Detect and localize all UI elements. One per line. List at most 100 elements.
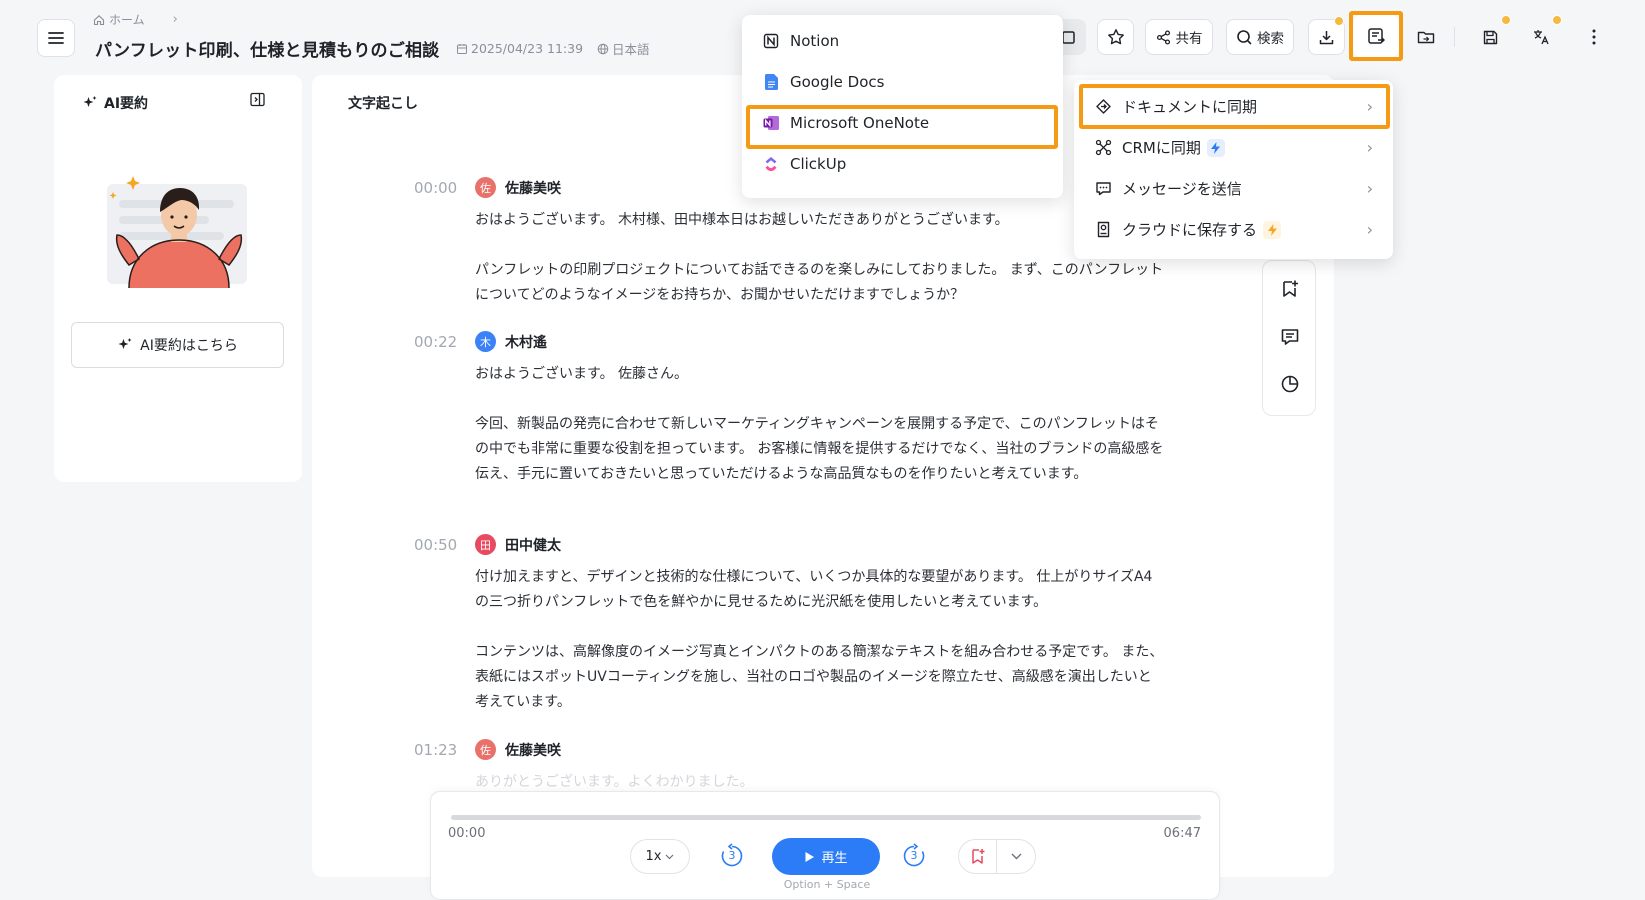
menu-item-notion[interactable]: Notion (742, 20, 1063, 61)
menu-item-save-cloud[interactable]: クラウドに保存する › (1074, 209, 1393, 250)
recording-meta: 2025/04/23 11:39 日本語 (456, 39, 650, 58)
total-duration: 06:47 (1163, 826, 1201, 841)
save-icon (1482, 29, 1499, 46)
hamburger-icon (48, 31, 64, 45)
menu-item-send-message[interactable]: メッセージを送信 › (1074, 168, 1393, 209)
segment-speaker: 佐 佐藤美咲 (475, 739, 561, 760)
segment-text[interactable]: おはようございます。 佐藤さん。 (475, 362, 1165, 387)
message-icon (1094, 180, 1112, 197)
add-bookmark-button[interactable] (1277, 276, 1303, 302)
rewind-icon: 3 (719, 843, 745, 869)
save-badge-dot (1501, 15, 1511, 25)
more-vertical-icon (1592, 29, 1596, 45)
comments-button[interactable] (1277, 324, 1303, 350)
segment-timestamp[interactable]: 00:50 (414, 536, 474, 554)
breadcrumb: ホーム › (93, 11, 178, 28)
more-options-button[interactable] (1576, 19, 1612, 55)
rewind-button[interactable]: 3 (717, 841, 747, 871)
google-docs-icon (762, 73, 780, 90)
segment-timestamp[interactable]: 00:22 (414, 333, 474, 351)
sparkle-icon (82, 95, 98, 111)
sync-document-highlight (1079, 84, 1390, 129)
clickup-icon (762, 156, 780, 172)
translate-icon (1532, 28, 1550, 46)
menu-item-sync-crm[interactable]: CRMに同期 › (1074, 127, 1393, 168)
segment-timestamp[interactable]: 00:00 (414, 179, 474, 197)
premium-bolt-icon (1206, 138, 1225, 157)
onenote-highlight (746, 105, 1058, 149)
ai-summary-illustration (89, 170, 267, 300)
analytics-button[interactable] (1277, 371, 1303, 397)
add-marker-button[interactable] (959, 840, 998, 873)
segment-timestamp[interactable]: 01:23 (414, 741, 474, 759)
speaker-name[interactable]: 佐藤美咲 (505, 178, 561, 198)
segment-speaker: 木 木村遙 (475, 331, 547, 352)
breadcrumb-home-link[interactable]: ホーム (109, 11, 145, 28)
audio-player: 00:00 06:47 1x 3 再生 Option + Space 3 (430, 791, 1220, 900)
forward-icon: 3 (901, 843, 927, 869)
bookmark-add-icon (1280, 279, 1300, 299)
segment-text[interactable]: 今回、新製品の発売に合わせて新しいマーケティングキャンペーンを展開する予定で、こ… (475, 412, 1165, 487)
play-shortcut-hint: Option + Space (783, 878, 871, 891)
sidebar-collapse-icon (249, 91, 266, 108)
save-button[interactable] (1472, 19, 1508, 55)
segment-text[interactable]: コンテンツは、高解像度のイメージ写真とインパクトのある簡潔なテキストを組み合わせ… (475, 640, 1165, 715)
menu-item-label: Notion (790, 31, 840, 50)
segment-text[interactable]: おはようございます。 木村様、田中様本日はお越しいただきありがとうございます。 (475, 208, 1165, 233)
folder-icon (1417, 29, 1435, 45)
sparkle-icon (117, 337, 133, 353)
move-folder-button[interactable] (1408, 19, 1444, 55)
rewind-seconds: 3 (728, 849, 736, 862)
translate-badge-dot (1552, 15, 1562, 25)
speaker-name[interactable]: 佐藤美咲 (505, 740, 561, 760)
avatar: 田 (475, 534, 496, 555)
menu-item-clickup[interactable]: ClickUp (742, 143, 1063, 184)
translate-button[interactable] (1523, 19, 1559, 55)
share-icon (1156, 29, 1171, 45)
speed-value: 1x (645, 849, 662, 864)
play-button[interactable]: 再生 (772, 838, 880, 875)
transcript-title: 文字起こし (348, 96, 418, 112)
page-title: パンフレット印刷、仕様と見積もりのご相談 (95, 41, 440, 61)
menu-item-label: Google Docs (790, 72, 885, 91)
search-button[interactable]: 検索 (1226, 19, 1294, 55)
menu-item-google-docs[interactable]: Google Docs (742, 61, 1063, 102)
chevron-down-icon (1011, 853, 1022, 860)
comment-icon (1280, 327, 1300, 347)
segment-text[interactable]: 付け加えますと、デザインと技術的な仕様について、いくつか具体的な要望があります。… (475, 565, 1165, 615)
share-button[interactable]: 共有 (1145, 19, 1213, 55)
avatar: 佐 (475, 739, 496, 760)
speaker-name[interactable]: 木村遙 (505, 332, 547, 352)
favorite-button[interactable] (1097, 19, 1134, 55)
chevron-right-icon: › (1366, 179, 1373, 198)
chevron-right-icon: › (1366, 138, 1373, 157)
crm-icon (1094, 139, 1112, 156)
segment-text[interactable]: パンフレットの印刷プロジェクトについてお話できるのを楽しみにしておりました。 ま… (475, 258, 1165, 308)
play-icon (804, 851, 815, 863)
home-icon (93, 14, 105, 26)
menu-item-label: CRMに同期 (1122, 139, 1201, 157)
progress-bar[interactable] (451, 815, 1201, 820)
ai-summary-panel: AI要約 AI要約はこちら (54, 75, 302, 482)
ai-summary-button[interactable]: AI要約はこちら (71, 322, 284, 368)
calendar-icon (456, 43, 468, 55)
forward-seconds: 3 (910, 849, 918, 862)
avatar: 佐 (475, 177, 496, 198)
sidebar-menu-button[interactable] (37, 19, 75, 57)
avatar: 木 (475, 331, 496, 352)
download-icon (1318, 29, 1335, 46)
cloud-save-icon (1094, 221, 1112, 238)
side-tools (1262, 260, 1316, 416)
speaker-name[interactable]: 田中健太 (505, 535, 561, 555)
star-icon (1107, 28, 1125, 46)
forward-button[interactable]: 3 (899, 841, 929, 871)
marker-options-button[interactable] (997, 840, 1035, 873)
ai-summary-header: AI要約 (82, 93, 148, 113)
collapse-panel-button[interactable] (249, 91, 266, 108)
toolbar-divider (1454, 27, 1455, 47)
search-label: 検索 (1257, 31, 1284, 47)
playback-speed-select[interactable]: 1x (630, 839, 690, 874)
chevron-down-icon (665, 854, 674, 860)
play-label: 再生 (821, 851, 848, 866)
chevron-right-icon: › (1366, 220, 1373, 239)
